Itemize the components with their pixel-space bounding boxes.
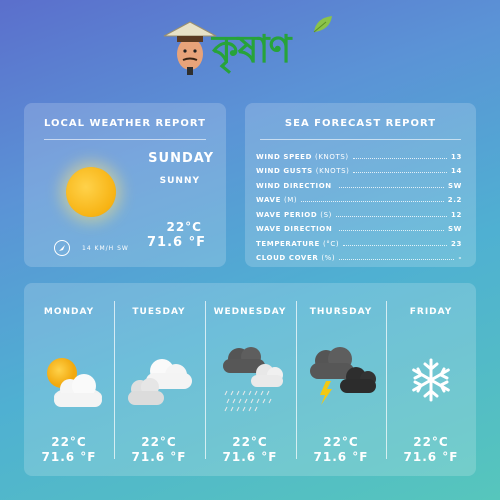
day-temp-f: 71.6 °F	[41, 450, 97, 464]
sea-row-wave-period: WAVE PERIOD (S) 12	[256, 210, 462, 219]
day-temp-f: 71.6 °F	[313, 450, 369, 464]
wind-text: 14 KM/H SW	[82, 244, 129, 252]
sun-icon	[66, 167, 116, 217]
day-temp-c: 22°C	[141, 435, 177, 449]
rain-icon	[223, 347, 283, 412]
cloudy-icon	[128, 359, 192, 405]
sea-divider	[260, 139, 461, 140]
day-temp-f: 71.6 °F	[131, 450, 187, 464]
current-condition: SUNNY	[159, 176, 200, 186]
day-temp-c: 22°C	[51, 435, 87, 449]
day-name: WEDNESDAY	[213, 307, 287, 317]
brand-logo: কৃষাণ	[160, 14, 340, 78]
weekly-forecast-panel: MONDAY 22°C 71.6 °F TUESDAY 22°C 71.6 °F…	[24, 283, 476, 476]
sea-forecast-title: SEA FORECAST REPORT	[284, 118, 437, 129]
day-name: MONDAY	[43, 307, 95, 317]
day-temp-c: 22°C	[413, 435, 449, 449]
sea-row-cloud-cover: CLOUD COVER (%) -	[256, 254, 462, 262]
day-name: THURSDAY	[309, 307, 373, 317]
current-day: SUNDAY	[148, 151, 214, 166]
sea-row-temperature: TEMPERATURE (°C) 23	[256, 239, 462, 248]
sea-row-wave: WAVE (M) 2.2	[256, 196, 462, 204]
thunderstorm-icon	[310, 347, 376, 405]
sea-row-wave-direction: WAVE DIRECTION SW	[256, 225, 462, 233]
brand-wordmark: কৃষাণ	[212, 27, 292, 71]
day-temp-c: 22°C	[232, 435, 268, 449]
sea-row-wind-direction: WIND DIRECTION SW	[256, 181, 462, 190]
farmer-mascot-icon	[163, 21, 217, 75]
compass-icon	[54, 240, 70, 256]
snow-icon	[412, 358, 450, 402]
sea-forecast-list: WIND SPEED (KNOTS) 13 WIND GUSTS (KNOTS) 14 …	[256, 146, 462, 263]
local-weather-title: LOCAL WEATHER REPORT	[44, 118, 206, 129]
current-temp-f: 71.6 °F	[147, 235, 206, 250]
day-temp-c: 22°C	[323, 435, 359, 449]
day-temp-f: 71.6 °F	[403, 450, 459, 464]
day-name: TUESDAY	[132, 307, 186, 317]
day-temp-f: 71.6 °F	[222, 450, 278, 464]
forecast-day-friday: FRIDAY 22°C 71.6 °F	[386, 283, 476, 476]
sea-row-wind-gusts: WIND GUSTS (KNOTS) 14	[256, 167, 462, 175]
sea-row-wind-speed: WIND SPEED (KNOTS) 13	[256, 152, 462, 161]
forecast-day-wednesday: WEDNESDAY 22°C 71.6 °F	[205, 283, 295, 476]
sea-forecast-panel: SEA FORECAST REPORT WIND SPEED (KNOTS) 13 …	[245, 103, 476, 267]
day-name: FRIDAY	[409, 307, 453, 317]
partly-cloudy-icon	[47, 358, 102, 407]
forecast-day-thursday: THURSDAY 22°C 71.6 °F	[296, 283, 386, 476]
forecast-day-monday: MONDAY 22°C 71.6 °F	[24, 283, 114, 476]
leaf-icon	[313, 16, 332, 33]
local-weather-panel: LOCAL WEATHER REPORT SUNDAY SUNNY 22°C 7…	[24, 103, 226, 267]
current-temp-c: 22°C	[166, 220, 202, 234]
wind-indicator: 14 KM/H SW	[54, 240, 129, 256]
forecast-day-tuesday: TUESDAY 22°C 71.6 °F	[114, 283, 204, 476]
local-divider	[44, 139, 206, 140]
